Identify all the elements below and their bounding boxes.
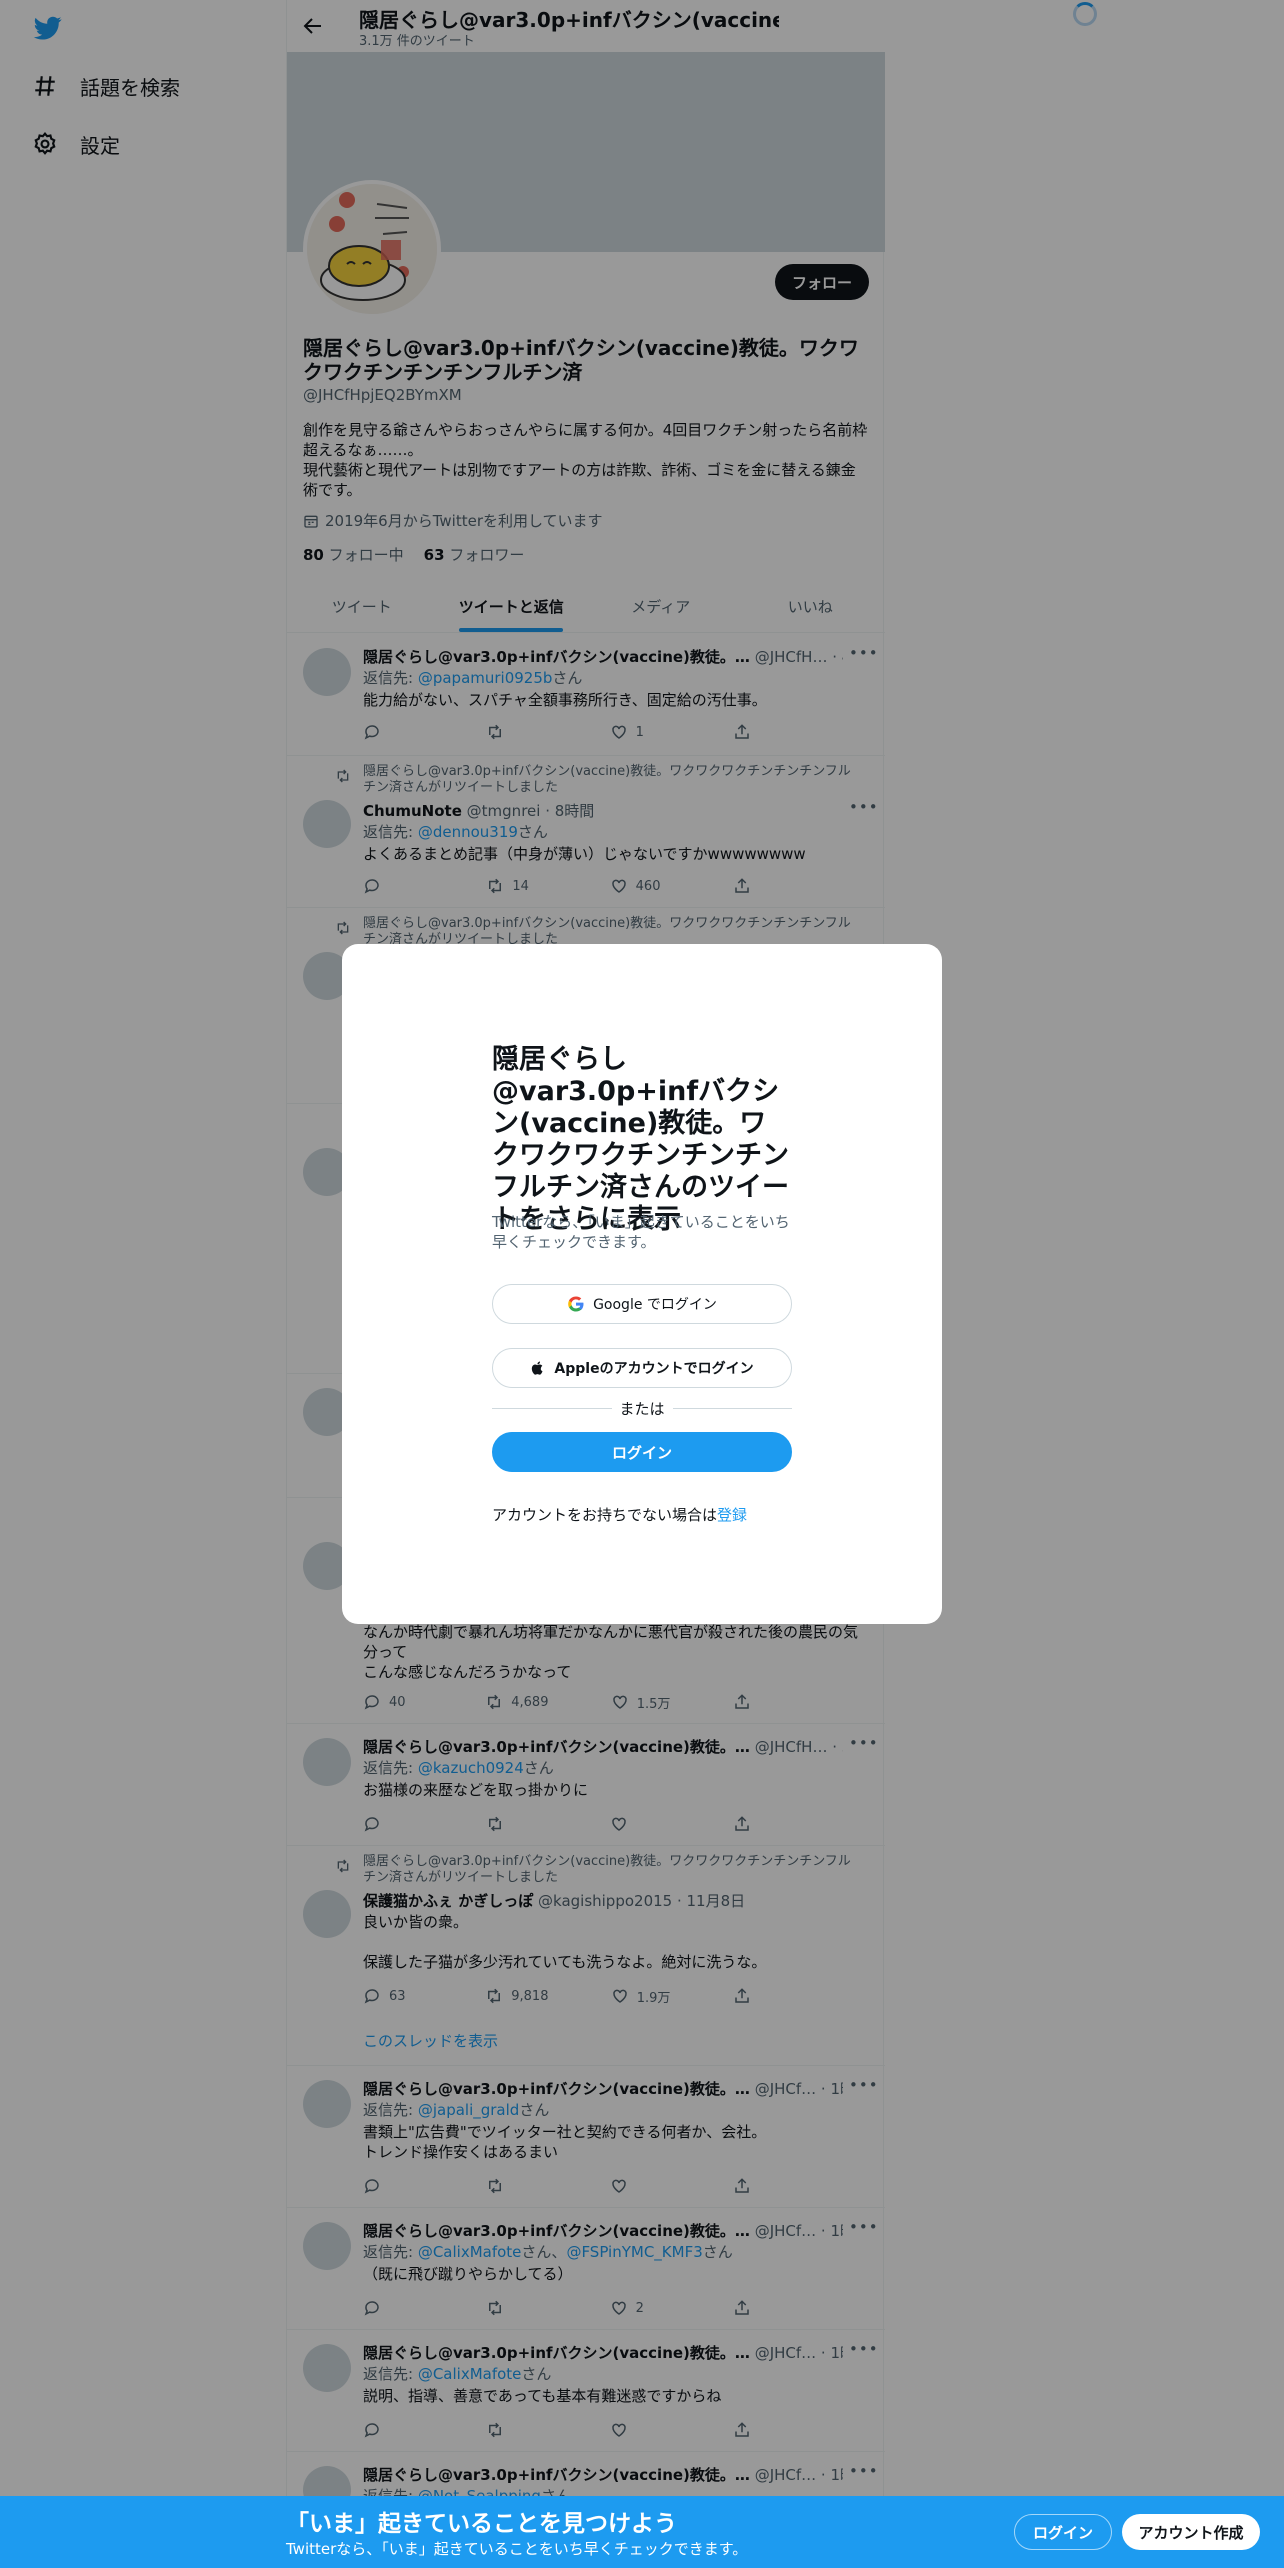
signup-link[interactable]: 登録: [717, 1506, 747, 1524]
modal-subtitle: Twitterなら、「いま」起きていることをいち早くチェックできます。: [492, 1213, 790, 1251]
modal-title: 隠居ぐらし@var3.0p+infバクシン(vaccine)教徒。ワクワクワクチ…: [492, 1044, 789, 1235]
signup-prompt: アカウントをお持ちでない場合は登録: [492, 1506, 748, 1524]
apple-login-button[interactable]: Appleのアカウントでログイン: [492, 1348, 792, 1388]
google-login-label: Google でログイン: [593, 1297, 717, 1313]
or-label: または: [619, 1399, 665, 1418]
bottom-signup-bar: 「いま」起きていることを見つけよう Twitterなら、「いま」起きていることを…: [0, 2496, 1284, 2568]
bottom-bar-title: 「いま」起きていることを見つけよう: [286, 2511, 677, 2537]
login-modal: 隠居ぐらし@var3.0p+infバクシン(vaccine)教徒。ワクワクワクチ…: [342, 944, 942, 1624]
or-divider: または: [492, 1398, 793, 1418]
apple-icon: [532, 1361, 543, 1375]
google-icon: [568, 1296, 584, 1312]
login-button[interactable]: ログイン: [492, 1432, 792, 1472]
apple-login-label: Appleのアカウントでログイン: [554, 1361, 754, 1377]
bottom-signup-button[interactable]: アカウント作成: [1122, 2514, 1260, 2550]
google-login-button[interactable]: Google でログイン: [492, 1284, 792, 1324]
bottom-login-button[interactable]: ログイン: [1014, 2514, 1112, 2550]
bottom-bar-subtitle: Twitterなら、「いま」起きていることをいち早くチェックできます。: [286, 2540, 748, 2558]
